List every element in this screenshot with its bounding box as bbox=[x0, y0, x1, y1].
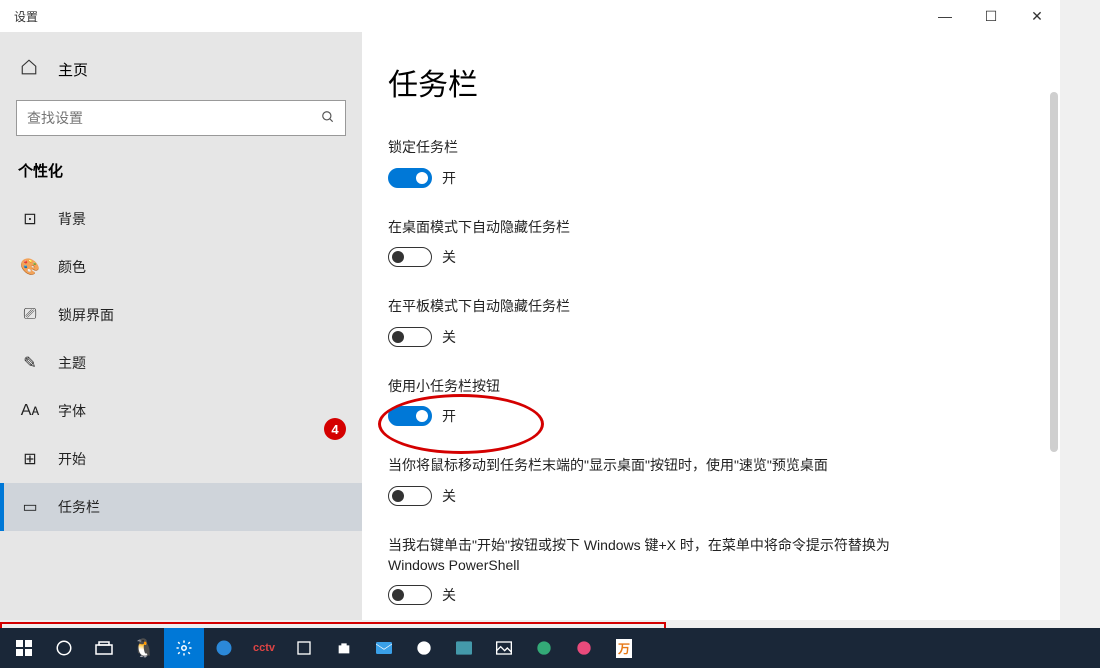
nav-label: 字体 bbox=[58, 401, 86, 421]
nav-item-0[interactable]: ⊡ 背景 bbox=[0, 195, 362, 243]
close-button[interactable]: ✕ bbox=[1014, 0, 1060, 32]
home-label: 主页 bbox=[58, 59, 88, 80]
toggle-switch[interactable] bbox=[388, 168, 432, 188]
window-title: 设置 bbox=[14, 8, 38, 25]
toggle-state-text: 开 bbox=[442, 168, 456, 188]
toggle-row: 开 bbox=[388, 406, 1034, 426]
gallery-icon[interactable] bbox=[484, 628, 524, 668]
store-icon[interactable] bbox=[324, 628, 364, 668]
setting-1: 在桌面模式下自动隐藏任务栏关 bbox=[388, 218, 1034, 268]
setting-label: 在桌面模式下自动隐藏任务栏 bbox=[388, 218, 948, 238]
todesk-icon[interactable] bbox=[564, 628, 604, 668]
photos-icon[interactable] bbox=[444, 628, 484, 668]
nav-label: 背景 bbox=[58, 209, 86, 229]
nav-label: 开始 bbox=[58, 449, 86, 469]
nav-icon: ⎚ bbox=[20, 306, 40, 324]
nav-item-2[interactable]: ⎚ 锁屏界面 bbox=[0, 291, 362, 339]
nav-label: 任务栏 bbox=[58, 497, 100, 517]
nav-label: 主题 bbox=[58, 353, 86, 373]
nav-list: ⊡ 背景 🎨 颜色 ⎚ 锁屏界面 ✎ 主题 Aᴀ 字体 ⊞ 开始 ▭ 任务栏 bbox=[0, 195, 362, 620]
nav-label: 颜色 bbox=[58, 257, 86, 277]
toggle-switch[interactable] bbox=[388, 327, 432, 347]
toggle-state-text: 关 bbox=[442, 585, 456, 605]
search-input[interactable] bbox=[27, 110, 321, 126]
cortana-icon[interactable] bbox=[44, 628, 84, 668]
window-body: 主页 个性化 ⊡ 背景 🎨 颜色 ⎚ 锁屏界面 ✎ 主题 Aᴀ 字体 ⊞ 开始 ▭ 任务栏 任务栏 锁定任… bbox=[0, 32, 1060, 620]
settings-window: 设置 — ☐ ✕ 主页 个性化 ⊡背景🎨颜色⎚锁屏界面✎主题Aᴀ字体⊞开始▭任务 bbox=[0, 0, 1060, 620]
page-heading: 任务栏 bbox=[388, 60, 1034, 104]
toggle-switch[interactable] bbox=[388, 247, 432, 267]
minimize-button[interactable]: — bbox=[922, 0, 968, 32]
toggle-switch[interactable] bbox=[388, 486, 432, 506]
mail-icon[interactable] bbox=[364, 628, 404, 668]
scrollbar[interactable] bbox=[1050, 92, 1058, 452]
nav-icon: ⊞ bbox=[20, 449, 40, 469]
main-panel: 任务栏 锁定任务栏开在桌面模式下自动隐藏任务栏关在平板模式下自动隐藏任务栏关使用… bbox=[362, 32, 1060, 620]
titlebar: 设置 — ☐ ✕ bbox=[0, 0, 1060, 32]
nav-icon: ▭ bbox=[20, 497, 40, 517]
toggle-row: 关 bbox=[388, 486, 1034, 506]
qq-icon[interactable]: 🐧 bbox=[124, 628, 164, 668]
home-link[interactable]: 主页 bbox=[0, 32, 362, 100]
nav-item-6[interactable]: ▭ 任务栏 bbox=[0, 483, 362, 531]
start-button[interactable] bbox=[4, 628, 44, 668]
snip-icon[interactable] bbox=[284, 628, 324, 668]
nav-label: 锁屏界面 bbox=[58, 305, 114, 325]
nav-icon: ✎ bbox=[20, 353, 40, 373]
setting-3: 使用小任务栏按钮开 bbox=[388, 377, 1034, 427]
toggle-row: 开 bbox=[388, 168, 1034, 188]
section-header: 个性化 bbox=[0, 160, 362, 195]
maximize-button[interactable]: ☐ bbox=[968, 0, 1014, 32]
nav-item-1[interactable]: 🎨 颜色 bbox=[0, 243, 362, 291]
taskview-icon[interactable] bbox=[84, 628, 124, 668]
toggle-switch[interactable] bbox=[388, 406, 432, 426]
nav-icon: 🎨 bbox=[20, 257, 40, 277]
cctv-icon[interactable]: cctv bbox=[244, 628, 284, 668]
toggle-row: 关 bbox=[388, 585, 1034, 605]
settings-list: 锁定任务栏开在桌面模式下自动隐藏任务栏关在平板模式下自动隐藏任务栏关使用小任务栏… bbox=[388, 138, 1034, 605]
nav-item-4[interactable]: Aᴀ 字体 bbox=[0, 387, 362, 435]
setting-label: 当你将鼠标移动到任务栏末端的"显示桌面"按钮时，使用"速览"预览桌面 bbox=[388, 456, 948, 476]
wps-icon[interactable] bbox=[404, 628, 444, 668]
toggle-row: 关 bbox=[388, 327, 1034, 347]
setting-label: 当我右键单击"开始"按钮或按下 Windows 键+X 时，在菜单中将命令提示符… bbox=[388, 536, 948, 575]
edge-icon[interactable] bbox=[204, 628, 244, 668]
setting-label: 锁定任务栏 bbox=[388, 138, 948, 158]
nav-item-3[interactable]: ✎ 主题 bbox=[0, 339, 362, 387]
setting-4: 当你将鼠标移动到任务栏末端的"显示桌面"按钮时，使用"速览"预览桌面关 bbox=[388, 456, 1034, 506]
toggle-state-text: 关 bbox=[442, 327, 456, 347]
wanfang-icon[interactable]: 万 bbox=[604, 628, 644, 668]
window-controls: — ☐ ✕ bbox=[922, 0, 1060, 32]
sidebar: 主页 个性化 ⊡ 背景 🎨 颜色 ⎚ 锁屏界面 ✎ 主题 Aᴀ 字体 ⊞ 开始 ▭ 任务栏 bbox=[0, 32, 362, 620]
home-icon bbox=[20, 58, 40, 80]
setting-2: 在平板模式下自动隐藏任务栏关 bbox=[388, 297, 1034, 347]
setting-5: 当我右键单击"开始"按钮或按下 Windows 键+X 时，在菜单中将命令提示符… bbox=[388, 536, 1034, 605]
settings-app-icon[interactable] bbox=[164, 628, 204, 668]
toggle-state-text: 开 bbox=[442, 406, 456, 426]
nav-item-5[interactable]: ⊞ 开始 bbox=[0, 435, 362, 483]
toggle-state-text: 关 bbox=[442, 247, 456, 267]
toggle-switch[interactable] bbox=[388, 585, 432, 605]
nav-icon: Aᴀ bbox=[20, 402, 40, 420]
nav-icon: ⊡ bbox=[20, 209, 40, 229]
toggle-state-text: 关 bbox=[442, 486, 456, 506]
toggle-row: 关 bbox=[388, 247, 1034, 267]
taskbar: 🐧 cctv 万 bbox=[0, 628, 1100, 668]
setting-0: 锁定任务栏开 bbox=[388, 138, 1034, 188]
setting-label: 使用小任务栏按钮 bbox=[388, 377, 948, 397]
search-box[interactable] bbox=[16, 100, 346, 136]
setting-label: 在平板模式下自动隐藏任务栏 bbox=[388, 297, 948, 317]
search-icon bbox=[321, 110, 335, 127]
3d-icon[interactable] bbox=[524, 628, 564, 668]
